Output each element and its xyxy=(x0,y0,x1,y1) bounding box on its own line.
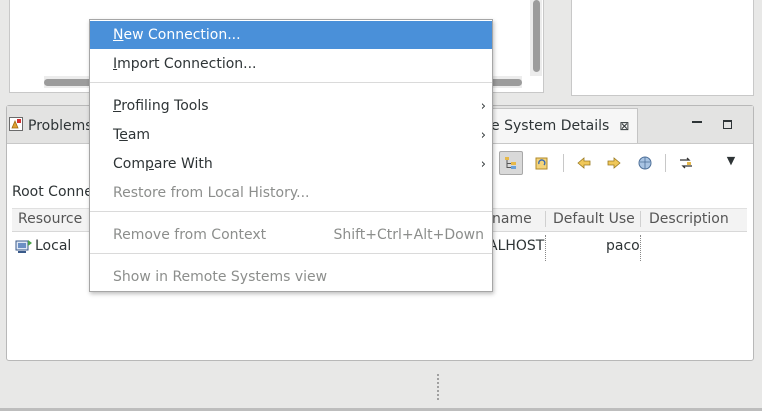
maximize-icon xyxy=(722,119,732,129)
menu-separator xyxy=(90,253,492,254)
menu-item-show-in-remote-systems-view: Show in Remote Systems view xyxy=(90,263,492,291)
status-bar-drag-handle[interactable] xyxy=(437,374,439,400)
tree-icon xyxy=(505,157,516,169)
menu-item-profiling-tools[interactable]: Profiling Tools › xyxy=(90,92,492,120)
arrow-left-icon xyxy=(577,157,591,169)
menu-item-compare-with[interactable]: Compare With › xyxy=(90,150,492,178)
minimize-icon xyxy=(692,121,702,123)
column-header-resource[interactable]: Resource xyxy=(18,208,82,230)
toolbar-separator xyxy=(563,154,564,172)
menu-item-restore-from-local-history: Restore from Local History... xyxy=(90,179,492,207)
table-row-default-user: paco xyxy=(606,238,640,254)
chevron-down-icon: ▼ xyxy=(726,153,736,167)
tab-problems[interactable]: Problems xyxy=(8,108,93,143)
menu-item-new-connection[interactable]: New Connection... xyxy=(90,21,492,49)
globe-icon xyxy=(638,156,652,170)
back-button[interactable] xyxy=(574,153,594,173)
table-row-resource[interactable]: Local xyxy=(35,238,71,254)
table-row-icon xyxy=(15,239,33,259)
maximize-button[interactable] xyxy=(719,116,735,132)
close-icon[interactable]: ⊠ xyxy=(619,119,629,133)
column-separator[interactable] xyxy=(545,211,546,227)
link-with-editor-button[interactable] xyxy=(499,151,523,175)
outline-panel xyxy=(571,0,754,96)
submenu-arrow-icon: › xyxy=(480,127,486,143)
view-menu-button[interactable]: ▼ xyxy=(721,150,741,170)
menu-item-label: Profiling Tools xyxy=(113,98,209,114)
arrow-right-icon xyxy=(607,157,621,169)
submenu-arrow-icon: › xyxy=(480,98,486,114)
problems-icon xyxy=(8,116,24,136)
menu-item-import-connection[interactable]: Import Connection... xyxy=(90,50,492,78)
menu-separator xyxy=(90,211,492,212)
menu-item-remove-from-context: Remove from Context Shift+Ctrl+Alt+Down xyxy=(90,221,492,249)
column-header-hostname[interactable]: name xyxy=(492,208,532,230)
column-header-description[interactable]: Description xyxy=(649,208,729,230)
vertical-scrollbar-thumb[interactable] xyxy=(533,0,540,72)
forward-button[interactable] xyxy=(604,153,624,173)
column-separator[interactable] xyxy=(640,211,641,227)
tab-remote-system-details[interactable]: ote System Details ⊠ xyxy=(470,108,638,143)
menu-item-label: Show in Remote Systems view xyxy=(113,269,328,285)
tab-remote-label: ote System Details xyxy=(477,118,610,134)
cell-separator xyxy=(640,235,641,261)
home-button[interactable] xyxy=(635,153,655,173)
refresh-button[interactable] xyxy=(532,153,552,173)
root-connection-label: Root Conne xyxy=(12,184,93,200)
tab-problems-label: Problems xyxy=(28,117,93,134)
menu-item-label: Team xyxy=(113,127,151,143)
column-header-default-user[interactable]: Default User xyxy=(553,208,636,230)
toolbar-separator xyxy=(665,154,666,172)
sync-icon xyxy=(680,157,692,169)
menu-item-label: Remove from Context xyxy=(113,227,267,243)
menu-item-team[interactable]: Team › xyxy=(90,121,492,149)
menu-item-label: New Connection... xyxy=(113,27,241,43)
menu-separator xyxy=(90,82,492,83)
local-host-icon xyxy=(15,240,32,253)
minimize-button[interactable] xyxy=(689,114,705,130)
menu-item-accelerator: Shift+Ctrl+Alt+Down xyxy=(333,227,484,243)
table-row-hostname: ALHOST xyxy=(488,238,545,254)
menu-item-label: Compare With xyxy=(113,156,213,172)
menu-item-label: Import Connection... xyxy=(113,56,257,72)
refresh-icon xyxy=(535,157,548,170)
submenu-arrow-icon: › xyxy=(480,156,486,172)
collapse-all-button[interactable] xyxy=(676,153,696,173)
cell-separator xyxy=(545,235,546,261)
menu-item-label: Restore from Local History... xyxy=(113,185,310,201)
